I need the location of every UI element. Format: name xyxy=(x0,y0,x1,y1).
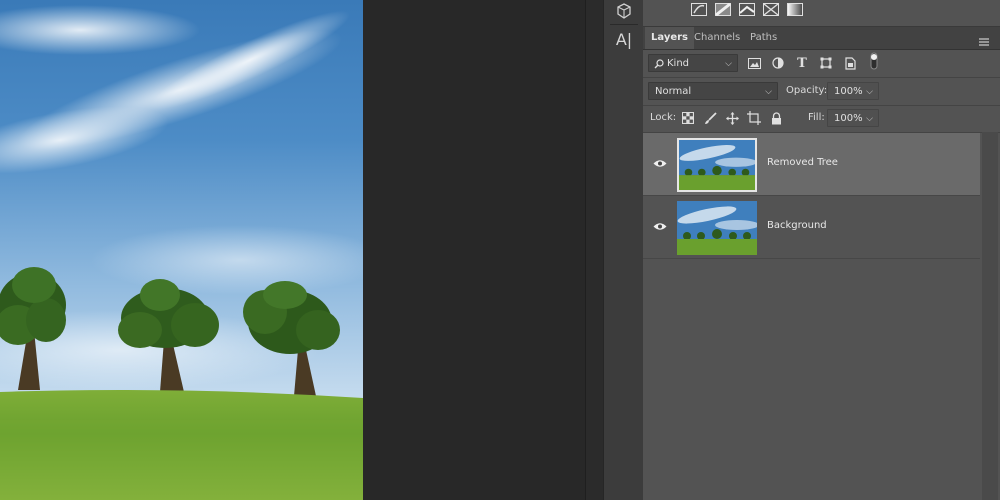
character-panel-icon[interactable]: A| xyxy=(612,28,636,50)
lock-row: Lock: Fill: 100% ⌵ xyxy=(643,105,1000,133)
photoshop-window: A| Layers Channels Paths Kind ⌵ T Normal… xyxy=(0,0,1000,500)
collapsed-panel-strip: A| xyxy=(603,0,644,500)
panel-tabbar: Layers Channels Paths xyxy=(643,27,1000,50)
chevron-down-icon: ⌵ xyxy=(866,87,873,97)
tab-layers[interactable]: Layers xyxy=(645,27,694,49)
blend-row: Normal ⌵ Opacity: 100% ⌵ xyxy=(643,78,1000,106)
lock-position-icon[interactable] xyxy=(723,109,741,127)
3d-object-icon[interactable] xyxy=(612,0,636,22)
character-label: A| xyxy=(615,29,633,49)
layer-filter-row: Kind ⌵ T xyxy=(643,50,1000,78)
threshold-icon[interactable] xyxy=(738,1,756,17)
chevron-down-icon: ⌵ xyxy=(765,87,772,97)
landscape-photo xyxy=(0,0,363,500)
pasteboard xyxy=(363,0,585,500)
shape-filter-icon[interactable] xyxy=(817,54,835,72)
layer-thumbnail xyxy=(677,201,757,255)
opacity-label: Opacity: xyxy=(786,85,828,96)
fill-value: 100% xyxy=(834,113,863,124)
smart-object-filter-icon[interactable] xyxy=(841,54,859,72)
layer-row[interactable]: Background xyxy=(643,196,980,259)
chevron-down-icon: ⌵ xyxy=(725,59,732,69)
document-canvas[interactable] xyxy=(0,0,363,500)
adjustment-filter-icon[interactable] xyxy=(769,54,787,72)
tab-channels[interactable]: Channels xyxy=(688,27,746,49)
chevron-down-icon: ⌵ xyxy=(866,114,873,124)
filter-toggle-icon[interactable] xyxy=(865,52,883,70)
pixel-filter-icon[interactable] xyxy=(745,54,763,72)
lock-transparent-pixels-icon[interactable] xyxy=(679,109,697,127)
strip-separator xyxy=(610,24,638,25)
lock-image-pixels-icon[interactable] xyxy=(701,109,719,127)
lock-label: Lock: xyxy=(650,112,677,123)
type-filter-icon[interactable]: T xyxy=(793,54,811,72)
layer-name[interactable]: Removed Tree xyxy=(767,157,838,168)
adjustments-icon-row xyxy=(643,0,1000,27)
gradient-fill-icon[interactable] xyxy=(786,1,804,17)
fill-label: Fill: xyxy=(808,112,825,123)
layer-thumbnail xyxy=(677,138,757,192)
filter-kind-label: Kind xyxy=(667,58,690,69)
fill-input[interactable]: 100% ⌵ xyxy=(827,109,879,127)
layer-row[interactable]: Removed Tree xyxy=(643,133,980,196)
eye-icon[interactable] xyxy=(651,218,669,234)
opacity-input[interactable]: 100% ⌵ xyxy=(827,82,879,100)
lock-all-icon[interactable] xyxy=(767,109,785,127)
blend-mode-select[interactable]: Normal ⌵ xyxy=(648,82,778,100)
eye-icon[interactable] xyxy=(651,155,669,171)
selective-color-icon[interactable] xyxy=(762,1,780,17)
layers-scrollbar[interactable] xyxy=(982,132,998,500)
gradient-map-icon[interactable] xyxy=(690,1,708,17)
tab-paths[interactable]: Paths xyxy=(744,27,783,49)
filter-kind-select[interactable]: Kind ⌵ xyxy=(648,54,738,72)
dock-divider[interactable] xyxy=(585,0,604,500)
panel-menu-icon[interactable] xyxy=(978,32,990,46)
search-icon xyxy=(654,59,664,69)
lock-artboard-icon[interactable] xyxy=(745,109,763,127)
opacity-value: 100% xyxy=(834,86,863,97)
layer-name[interactable]: Background xyxy=(767,220,827,231)
posterize-icon[interactable] xyxy=(714,1,732,17)
layers-panel: Layers Channels Paths Kind ⌵ T Normal ⌵ … xyxy=(643,0,1000,500)
blend-mode-value: Normal xyxy=(655,86,692,97)
